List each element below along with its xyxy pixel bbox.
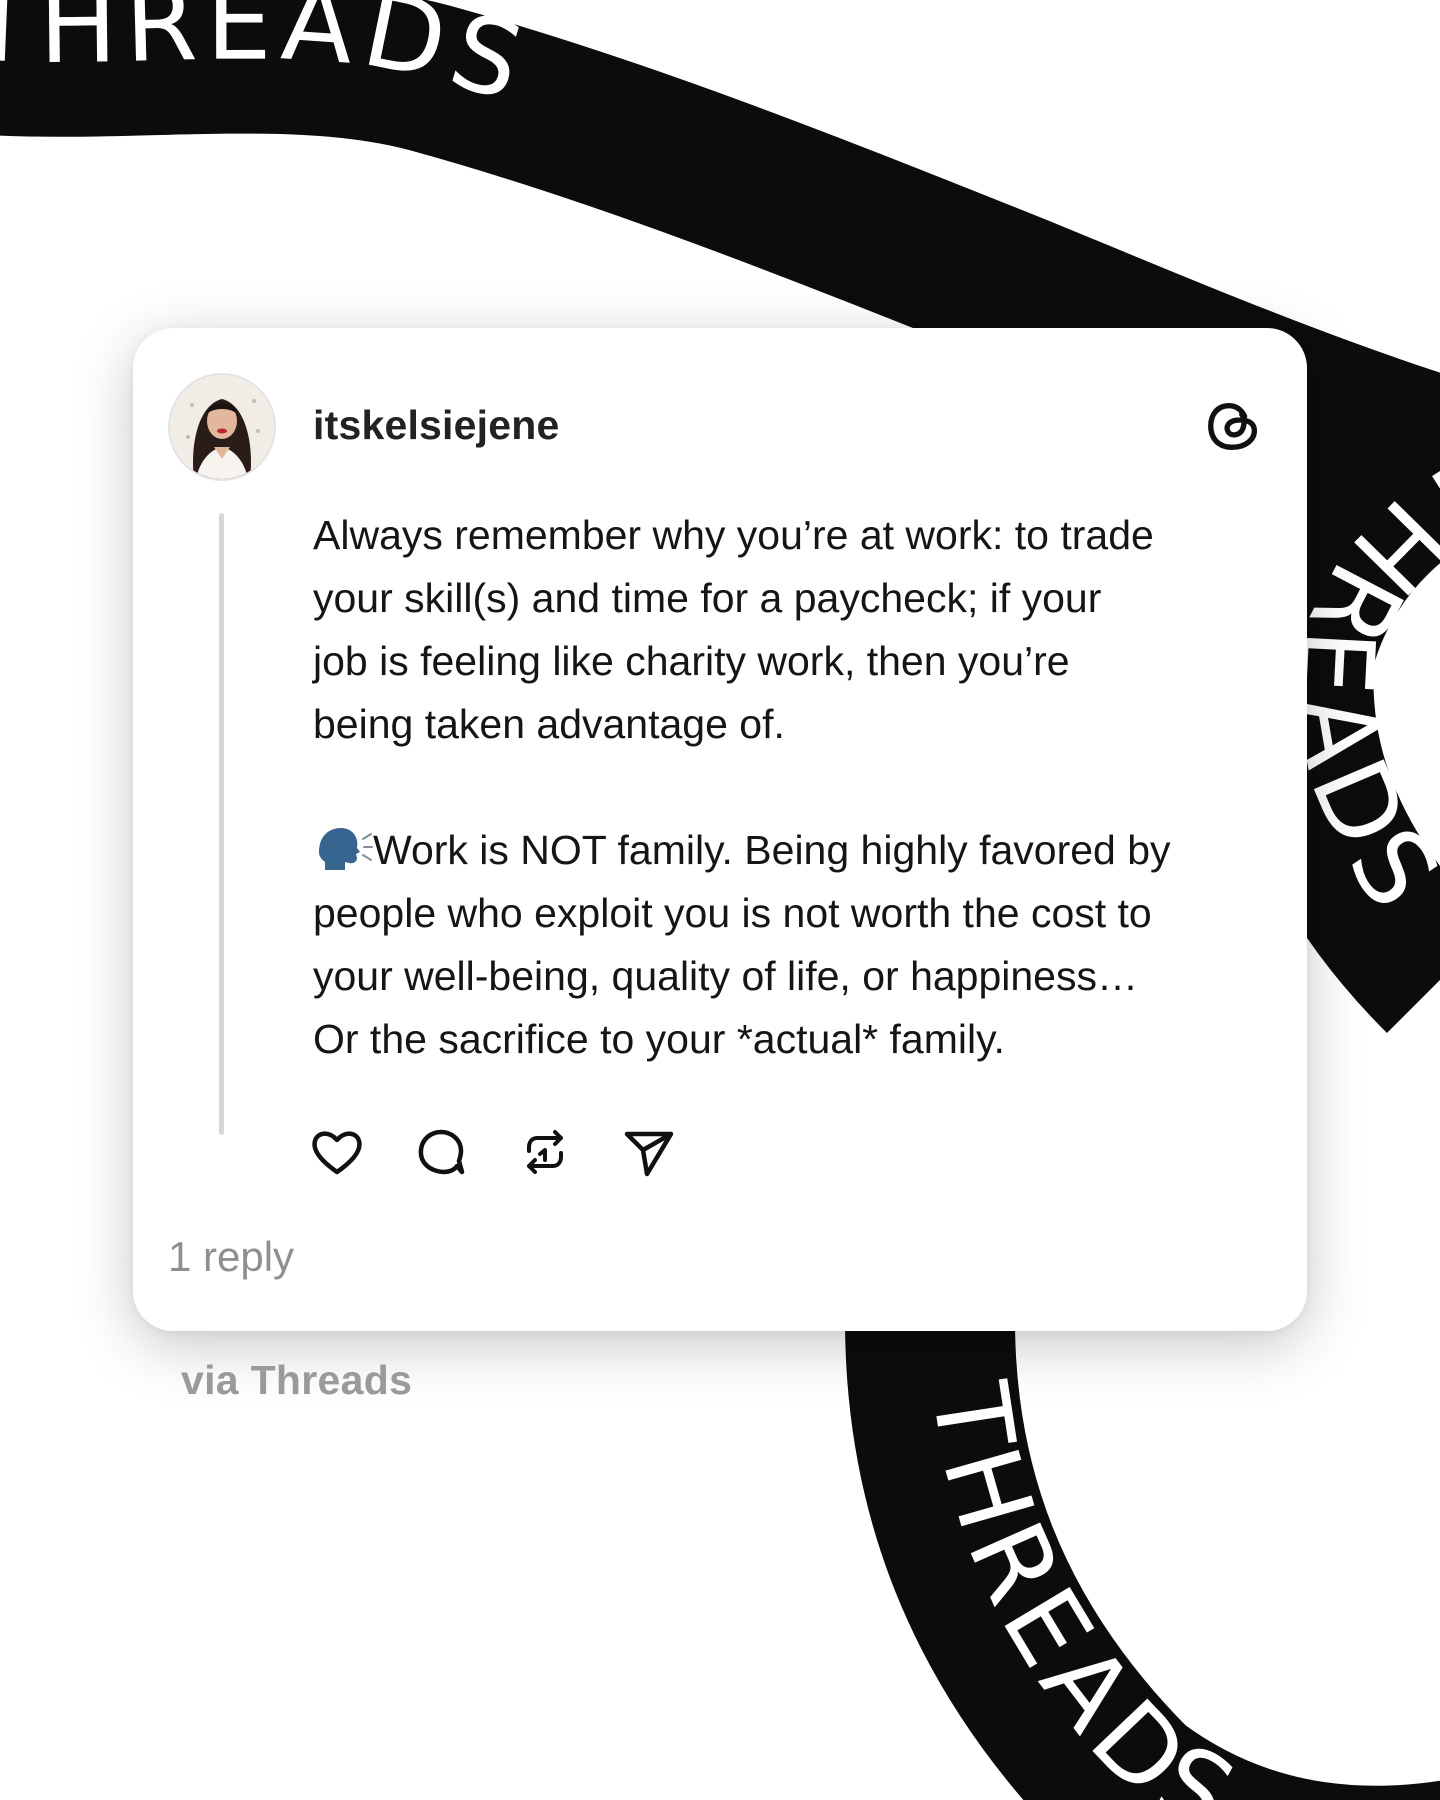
attribution-label: via Threads — [181, 1357, 413, 1403]
repost-button[interactable] — [517, 1124, 573, 1180]
speaking-head-icon — [319, 828, 373, 870]
thread-line — [219, 513, 224, 1135]
post-paragraph-text: Work is NOT family. Being highly favored… — [313, 827, 1171, 1062]
threads-post-card: itskelsiejene Always remember why you’re… — [133, 328, 1307, 1331]
reply-count[interactable]: 1 reply — [168, 1233, 294, 1281]
ribbon-word: THREADS — [908, 1374, 1260, 1800]
comment-button[interactable] — [413, 1124, 469, 1180]
comment-icon — [418, 1129, 465, 1175]
threads-logo-icon[interactable] — [1203, 394, 1265, 458]
profile-photo-icon — [170, 375, 274, 479]
post-body: Always remember why you’re at work: to t… — [313, 504, 1273, 1071]
username[interactable]: itskelsiejene — [313, 402, 559, 449]
post-paragraph-with-emoji: Work is NOT family. Being highly favored… — [313, 819, 1273, 1071]
share-icon — [624, 1131, 674, 1177]
heart-icon — [312, 1131, 362, 1175]
like-button[interactable] — [309, 1124, 365, 1180]
post-actions — [309, 1124, 725, 1188]
avatar[interactable] — [170, 375, 274, 479]
post-paragraph: Always remember why you’re at work: to t… — [313, 512, 1154, 747]
share-button[interactable] — [621, 1124, 677, 1180]
repost-icon — [527, 1130, 563, 1174]
